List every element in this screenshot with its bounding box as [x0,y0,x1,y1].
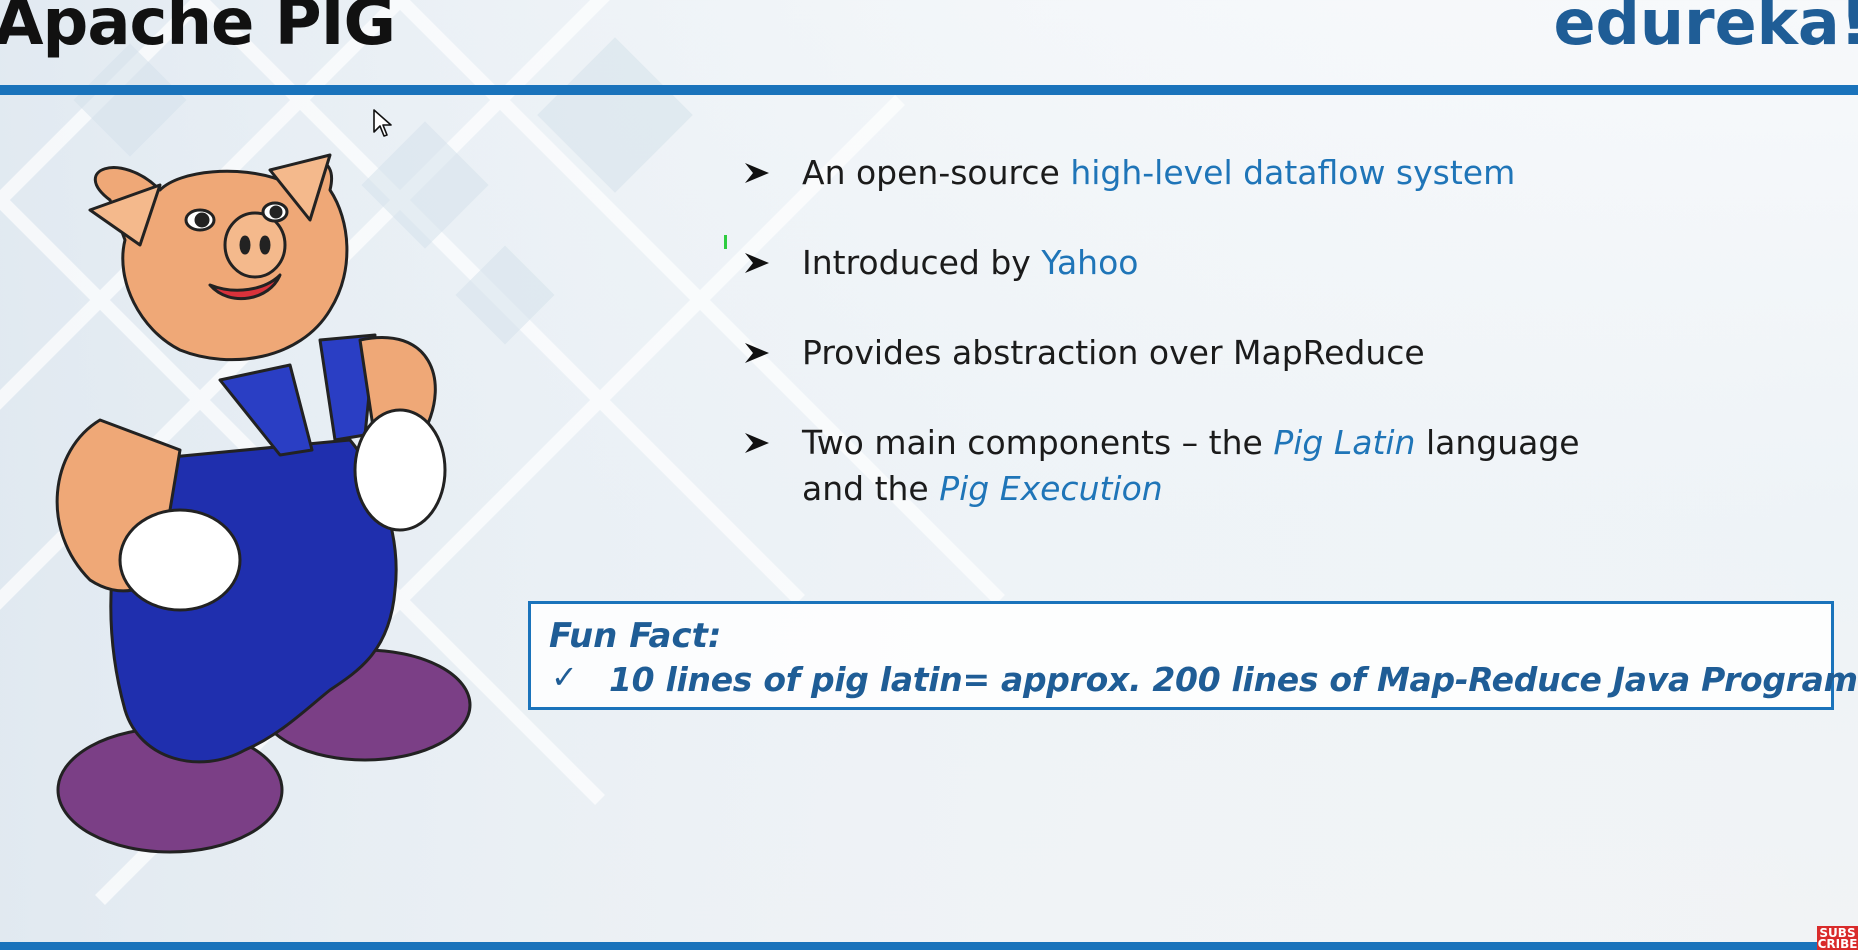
fun-fact-text: 10 lines of pig latin= approx. 200 lines… [609,660,1858,699]
bullet-list: An open-source high-level dataflow syste… [740,150,1840,556]
arrow-bullet-icon [745,163,769,183]
bullet-item: Provides abstraction over MapReduce [740,330,1840,376]
bullet-text: Two main components – the [802,423,1274,462]
brand-logo: edureka! [1553,0,1858,59]
subscribe-button[interactable]: SUBS CRIBE [1817,926,1858,950]
fun-fact-box: Fun Fact: ✓ 10 lines of pig latin= appro… [528,601,1858,710]
arrow-bullet-icon [745,433,769,453]
bullet-item: Introduced by Yahoo [740,240,1840,286]
header-divider [0,85,1858,95]
footer-divider [0,942,1858,950]
checkmark-icon: ✓ [551,658,578,696]
arrow-bullet-icon [745,253,769,273]
bullet-highlight: high-level dataflow system [1070,153,1516,192]
fun-fact-title: Fun Fact: [549,616,722,656]
bullet-item: An open-source high-level dataflow syste… [740,150,1840,196]
bullet-text: Introduced by [802,243,1042,282]
bullet-text: Provides abstraction over MapReduce [802,333,1425,372]
page-title: Apache PIG [0,0,396,60]
bullet-item: Two main components – the Pig Latin lang… [740,420,1840,512]
bullet-text: An open-source [802,153,1071,192]
bullet-text: language [1415,423,1580,462]
bullet-highlight: Yahoo [1041,243,1139,282]
bullet-text: and the [802,469,940,508]
bullet-highlight: Pig Latin [1273,423,1416,462]
pig-mascot-image [55,153,472,854]
text-caret [724,235,727,249]
arrow-bullet-icon [745,343,769,363]
bullet-highlight: Pig Execution [939,469,1163,508]
mouse-cursor-icon [373,109,392,137]
